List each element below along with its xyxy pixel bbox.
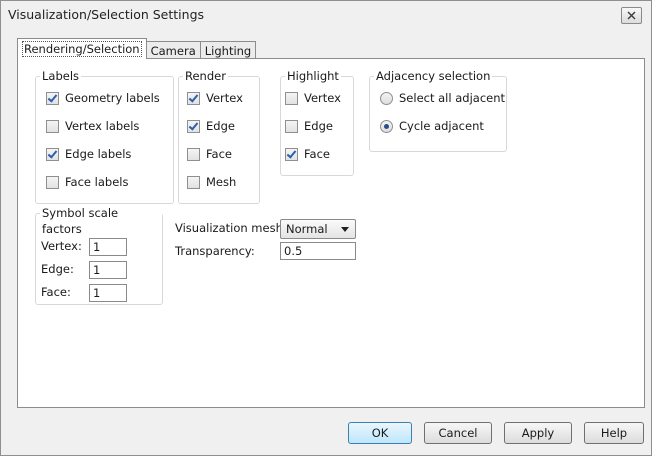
vertex-scale-input[interactable]: 1	[89, 238, 127, 256]
settings-dialog: Visualization/Selection Settings Renderi…	[0, 0, 652, 456]
highlight-edge-checkbox[interactable]: Edge	[285, 119, 333, 133]
ok-button[interactable]: OK	[348, 422, 412, 444]
tab-strip: Rendering/Selection Camera Lighting	[17, 38, 257, 60]
checkbox-box[interactable]	[187, 175, 200, 189]
labels-group: Labels Geometry labels Vertex labels Edg…	[35, 68, 174, 204]
checkbox-label: Face labels	[65, 175, 129, 189]
render-mesh-checkbox[interactable]: Mesh	[187, 175, 236, 189]
select-all-adjacent-radio[interactable]: Select all adjacent	[380, 91, 505, 105]
highlight-vertex-checkbox[interactable]: Vertex	[285, 91, 341, 105]
render-face-checkbox[interactable]: Face	[187, 147, 232, 161]
edge-labels-checkbox[interactable]: Edge labels	[46, 147, 131, 161]
tab-label: Camera	[150, 44, 196, 58]
tab-label: Lighting	[204, 44, 252, 58]
checkbox-label: Geometry labels	[65, 91, 160, 105]
geometry-labels-checkbox[interactable]: Geometry labels	[46, 91, 160, 105]
radio-label: Select all adjacent	[399, 91, 506, 105]
render-group-title: Render	[183, 68, 228, 84]
checkbox-label: Vertex	[304, 91, 341, 105]
checkbox-label: Vertex labels	[65, 119, 140, 133]
tab-rendering-selection[interactable]: Rendering/Selection	[17, 38, 147, 59]
checkbox-box[interactable]	[285, 91, 298, 105]
edge-scale-label: Edge:	[41, 262, 74, 276]
edge-scale-input[interactable]: 1	[89, 261, 127, 279]
render-vertex-checkbox[interactable]: Vertex	[187, 91, 243, 105]
tab-label: Rendering/Selection	[22, 41, 142, 57]
vertex-scale-label: Vertex:	[41, 239, 82, 253]
checkbox-label: Mesh	[206, 175, 237, 189]
title-bar: Visualization/Selection Settings	[1, 1, 651, 29]
highlight-face-checkbox[interactable]: Face	[285, 147, 330, 161]
checkbox-label: Vertex	[206, 91, 243, 105]
chevron-down-icon	[341, 227, 349, 232]
checkbox-box[interactable]	[285, 147, 298, 161]
apply-button[interactable]: Apply	[504, 422, 572, 444]
checkbox-box[interactable]	[187, 119, 200, 133]
checkbox-label: Face	[304, 147, 331, 161]
close-button[interactable]	[621, 7, 642, 24]
checkbox-box[interactable]	[187, 91, 200, 105]
checkbox-box[interactable]	[46, 175, 59, 189]
render-edge-checkbox[interactable]: Edge	[187, 119, 235, 133]
checkbox-label: Edge labels	[65, 147, 132, 161]
adjacency-group: Adjacency selection Select all adjacent …	[369, 68, 507, 152]
visualization-mesh-dropdown[interactable]: Normal	[280, 219, 356, 239]
checkbox-label: Edge	[206, 119, 235, 133]
checkbox-label: Edge	[304, 119, 333, 133]
checkbox-box[interactable]	[285, 119, 298, 133]
highlight-group: Highlight Vertex Edge Face	[280, 68, 354, 176]
rendering-selection-panel: Labels Geometry labels Vertex labels Edg…	[17, 58, 645, 408]
visualization-mesh-label: Visualization mesh:	[175, 221, 287, 235]
radio-circle[interactable]	[380, 119, 393, 133]
window-title: Visualization/Selection Settings	[8, 7, 205, 22]
checkbox-box[interactable]	[46, 147, 59, 161]
checkbox-box[interactable]	[46, 91, 59, 105]
render-group: Render Vertex Edge Face Mesh	[178, 68, 260, 204]
radio-label: Cycle adjacent	[399, 119, 484, 133]
labels-group-title: Labels	[40, 68, 82, 84]
highlight-group-title: Highlight	[285, 68, 341, 84]
close-icon	[627, 11, 636, 20]
vertex-labels-checkbox[interactable]: Vertex labels	[46, 119, 139, 133]
help-button[interactable]: Help	[584, 422, 644, 444]
transparency-label: Transparency:	[175, 244, 255, 258]
face-scale-input[interactable]: 1	[89, 284, 127, 302]
checkbox-box[interactable]	[187, 147, 200, 161]
checkbox-label: Face	[206, 147, 233, 161]
symbol-scale-group-title: Symbol scale factors	[40, 205, 162, 237]
checkbox-box[interactable]	[46, 119, 59, 133]
adjacency-group-title: Adjacency selection	[374, 68, 493, 84]
symbol-scale-group: Symbol scale factors Vertex: 1 Edge: 1 F…	[35, 205, 163, 305]
cancel-button[interactable]: Cancel	[424, 422, 492, 444]
face-scale-label: Face:	[41, 285, 71, 299]
cycle-adjacent-radio[interactable]: Cycle adjacent	[380, 119, 484, 133]
radio-circle[interactable]	[380, 91, 393, 105]
face-labels-checkbox[interactable]: Face labels	[46, 175, 128, 189]
transparency-input[interactable]: 0.5	[280, 242, 356, 260]
dropdown-value: Normal	[286, 222, 328, 236]
